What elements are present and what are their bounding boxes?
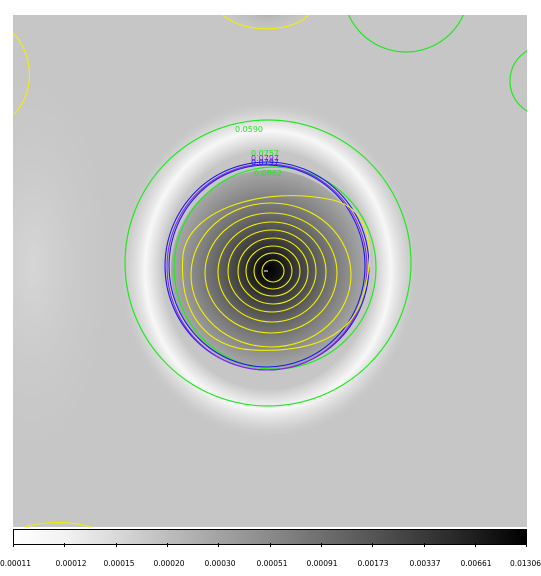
label-inner: 0.0862 bbox=[254, 169, 282, 178]
tick-mark bbox=[167, 543, 168, 547]
label-blue-c: 0.0797 bbox=[251, 158, 279, 167]
colorbar-tick-label: 0.00173 bbox=[357, 559, 389, 568]
tick-mark bbox=[13, 543, 14, 547]
colorbar-tick-label: 0.00011 bbox=[0, 559, 32, 568]
colorbar-tick-label: 0.00661 bbox=[460, 559, 492, 568]
colorbar-tick-label: 0.00015 bbox=[103, 559, 135, 568]
tick-mark bbox=[116, 543, 117, 547]
tick-mark bbox=[526, 543, 527, 547]
colorbar-ticks bbox=[13, 529, 527, 549]
tick-mark bbox=[64, 543, 65, 547]
colorbar-tick-label: 0.00091 bbox=[306, 559, 338, 568]
image-display: 0.0590 0.0757 0.0797 0.0797 0.0862 bbox=[13, 15, 527, 527]
tick-mark bbox=[475, 543, 476, 547]
colorbar-tick-label: 0.00030 bbox=[204, 559, 236, 568]
colorbar-tick-label: 0.00337 bbox=[409, 559, 441, 568]
colorbar-tick-label: 0.00020 bbox=[153, 559, 185, 568]
tick-mark bbox=[218, 543, 219, 547]
colorbar-tick-label: 0.01306 bbox=[509, 559, 541, 568]
label-outer: 0.0590 bbox=[235, 125, 263, 134]
tick-mark bbox=[424, 543, 425, 547]
tick-mark bbox=[270, 543, 271, 547]
tick-mark bbox=[321, 543, 322, 547]
colorbar-tick-label: 0.00012 bbox=[55, 559, 87, 568]
colorbar-tick-label: 0.00051 bbox=[256, 559, 288, 568]
image-canvas[interactable]: 0.0590 0.0757 0.0797 0.0797 0.0862 bbox=[13, 15, 527, 527]
tick-mark bbox=[372, 543, 373, 547]
